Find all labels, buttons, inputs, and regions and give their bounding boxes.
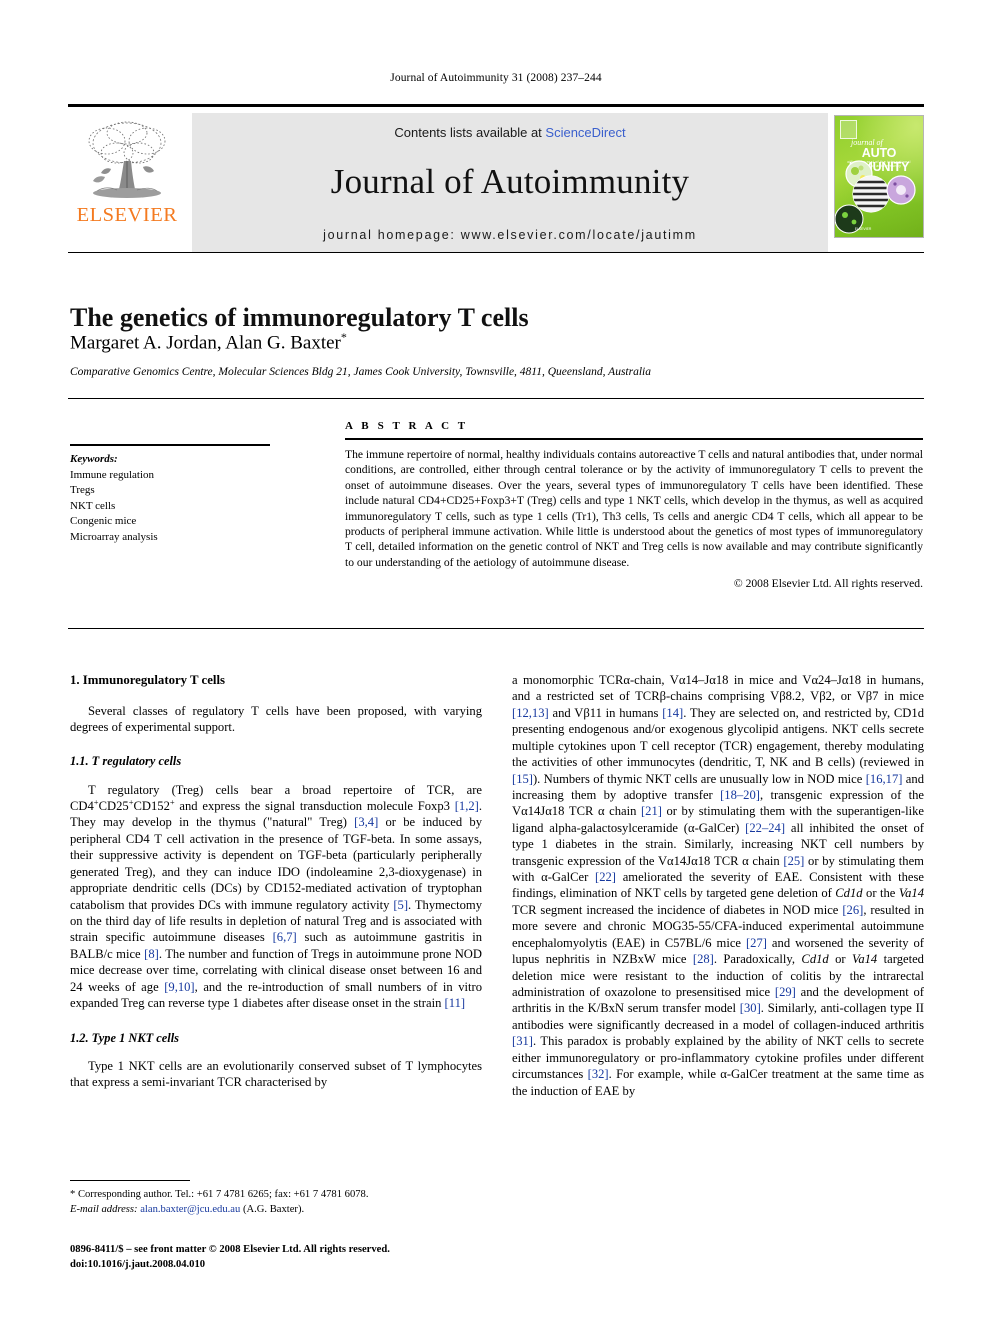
citation-link[interactable]: [18–20]: [720, 788, 760, 802]
keyword-item: Immune regulation: [70, 468, 155, 481]
text-run: CD152: [133, 799, 170, 814]
paragraph-nkt-continued: a monomorphic TCRα-chain, Vα14–Jα18 in m…: [512, 672, 924, 1099]
text-run: a monomorphic TCRα-chain, Vα14–Jα18 in m…: [512, 673, 924, 704]
journal-homepage-link[interactable]: journal homepage: www.elsevier.com/locat…: [323, 228, 697, 242]
email-link[interactable]: alan.baxter@jcu.edu.au: [140, 1204, 240, 1215]
contents-prefix: Contents lists available at: [394, 125, 546, 140]
gene-name: Cd1d: [835, 886, 863, 901]
section-heading-1: 1. Immunoregulatory T cells: [70, 673, 225, 687]
citation-link[interactable]: [30]: [740, 1001, 761, 1015]
elsevier-wordmark: ELSEVIER: [76, 204, 178, 226]
text-run: and Vβ11 in humans: [548, 705, 663, 720]
footnote-divider: [70, 1180, 190, 1181]
text-run: ). Numbers of thymic NKT cells are unusu…: [532, 771, 866, 786]
citation-link[interactable]: [8]: [144, 947, 159, 961]
page-title: The genetics of immunoregulatory T cells: [70, 303, 529, 333]
gene-name: Cd1d: [801, 952, 829, 967]
citation-link[interactable]: [3,4]: [354, 815, 378, 829]
abstract-band-bottom-divider: [68, 628, 924, 629]
footnote-line-2: E-mail address: alan.baxter@jcu.edu.au (…: [70, 1203, 490, 1218]
doi-line: doi:10.1016/j.jaut.2008.04.010: [70, 1258, 206, 1270]
citation-link[interactable]: [31]: [512, 1034, 533, 1048]
keyword-item: NKT cells: [70, 499, 116, 512]
author-names: Margaret A. Jordan, Alan G. Baxter: [70, 332, 341, 354]
journal-cover-thumbnail[interactable]: journal of AUTO IMMUNITY official journa…: [834, 115, 924, 238]
citation-link[interactable]: [29]: [775, 985, 796, 999]
text-run: or: [828, 952, 853, 967]
text-run: and express the signal transduction mole…: [174, 799, 455, 814]
title-divider: [68, 252, 924, 253]
elsevier-tree-icon: [77, 117, 177, 203]
paragraph-nkt-start: Type 1 NKT cells are an evolutionarily c…: [70, 1058, 482, 1090]
citation-link[interactable]: [11]: [445, 996, 466, 1010]
abstract-band-top-divider: [68, 398, 924, 399]
corresponding-author-marker[interactable]: *: [341, 330, 347, 344]
email-label: E-mail address:: [70, 1203, 138, 1215]
citation-link[interactable]: [25]: [783, 854, 804, 868]
footnote-correspondence: Corresponding author. Tel.: +61 7 4781 6…: [75, 1189, 369, 1200]
citation-link[interactable]: [15]: [512, 772, 533, 786]
citation-link[interactable]: [6,7]: [273, 930, 297, 944]
running-head: Journal of Autoimmunity 31 (2008) 237–24…: [390, 72, 602, 84]
text-run: . Paradoxically,: [713, 952, 802, 967]
abstract-divider: [345, 438, 923, 440]
gene-name: Va14: [852, 952, 878, 967]
author-list: Margaret A. Jordan, Alan G. Baxter*: [70, 330, 790, 354]
citation-link[interactable]: [5]: [393, 898, 408, 912]
body-column-right: a monomorphic TCRα-chain, Vα14–Jα18 in m…: [512, 672, 924, 1111]
body-column-left: 1. Immunoregulatory T cells Several clas…: [70, 672, 482, 1090]
abstract-copyright: © 2008 Elsevier Ltd. All rights reserved…: [733, 577, 923, 591]
abstract-heading: A B S T R A C T: [345, 420, 469, 432]
text-run: CD25: [98, 799, 129, 814]
affiliation: Comparative Genomics Centre, Molecular S…: [70, 366, 651, 378]
cover-publisher: ELSEVIER: [854, 226, 872, 231]
abstract-block: A B S T R A C T The immune repertoire of…: [345, 420, 923, 590]
keyword-item: Microarray analysis: [70, 531, 158, 544]
citation-link[interactable]: [12,13]: [512, 706, 549, 720]
journal-title: Journal of Autoimmunity: [330, 162, 690, 201]
keywords-heading: Keywords:: [70, 453, 118, 465]
citation-link[interactable]: [21]: [641, 804, 662, 818]
citation-link[interactable]: [22–24]: [745, 821, 785, 835]
citation-link[interactable]: [14]: [662, 706, 683, 720]
citation-link[interactable]: [16,17]: [866, 772, 903, 786]
issn-front-matter: 0896-8411/$ – see front matter © 2008 El…: [70, 1244, 390, 1255]
keyword-item: Congenic mice: [70, 515, 137, 528]
citation-link[interactable]: [1,2]: [455, 799, 479, 813]
keyword-item: Tregs: [70, 484, 95, 497]
paragraph-section1-intro: Several classes of regulatory T cells ha…: [70, 703, 482, 735]
paragraph-treg: T regulatory (Treg) cells bear a broad r…: [70, 782, 482, 1012]
sciencedirect-link[interactable]: ScienceDirect: [545, 125, 625, 140]
elsevier-logo: ELSEVIER: [68, 113, 186, 252]
page-footer: 0896-8411/$ – see front matter © 2008 El…: [70, 1243, 530, 1273]
cover-cell-images: [835, 160, 916, 234]
citation-link[interactable]: [28]: [693, 952, 714, 966]
gene-name: Va14: [898, 886, 924, 901]
footnote-line-1: * Corresponding author. Tel.: +61 7 4781…: [70, 1188, 490, 1203]
journal-masthead: ELSEVIER Contents lists available at Sci…: [68, 104, 924, 252]
masthead-center-panel: Contents lists available at ScienceDirec…: [192, 113, 828, 252]
abstract-text: The immune repertoire of normal, healthy…: [345, 448, 923, 569]
subsection-heading-1-1: 1.1. T regulatory cells: [70, 754, 182, 769]
keywords-divider: [70, 444, 270, 446]
citation-link[interactable]: [32]: [588, 1067, 609, 1081]
email-suffix: (A.G. Baxter).: [240, 1203, 305, 1215]
contents-lists-line: Contents lists available at ScienceDirec…: [394, 125, 625, 140]
text-run: TCR segment increased the incidence of d…: [512, 902, 843, 917]
corresponding-author-footnote: * Corresponding author. Tel.: +61 7 4781…: [70, 1188, 490, 1217]
citation-link[interactable]: [27]: [746, 936, 767, 950]
keywords-block: Keywords: Immune regulation Tregs NKT ce…: [70, 452, 270, 546]
subsection-heading-1-2: 1.2. Type 1 NKT cells: [70, 1030, 179, 1045]
citation-link[interactable]: [22]: [595, 870, 616, 884]
article-page: Journal of Autoimmunity 31 (2008) 237–24…: [0, 0, 992, 1323]
text-run: or the: [862, 886, 899, 901]
citation-link[interactable]: [9,10]: [164, 980, 194, 994]
citation-link[interactable]: [26]: [842, 903, 863, 917]
